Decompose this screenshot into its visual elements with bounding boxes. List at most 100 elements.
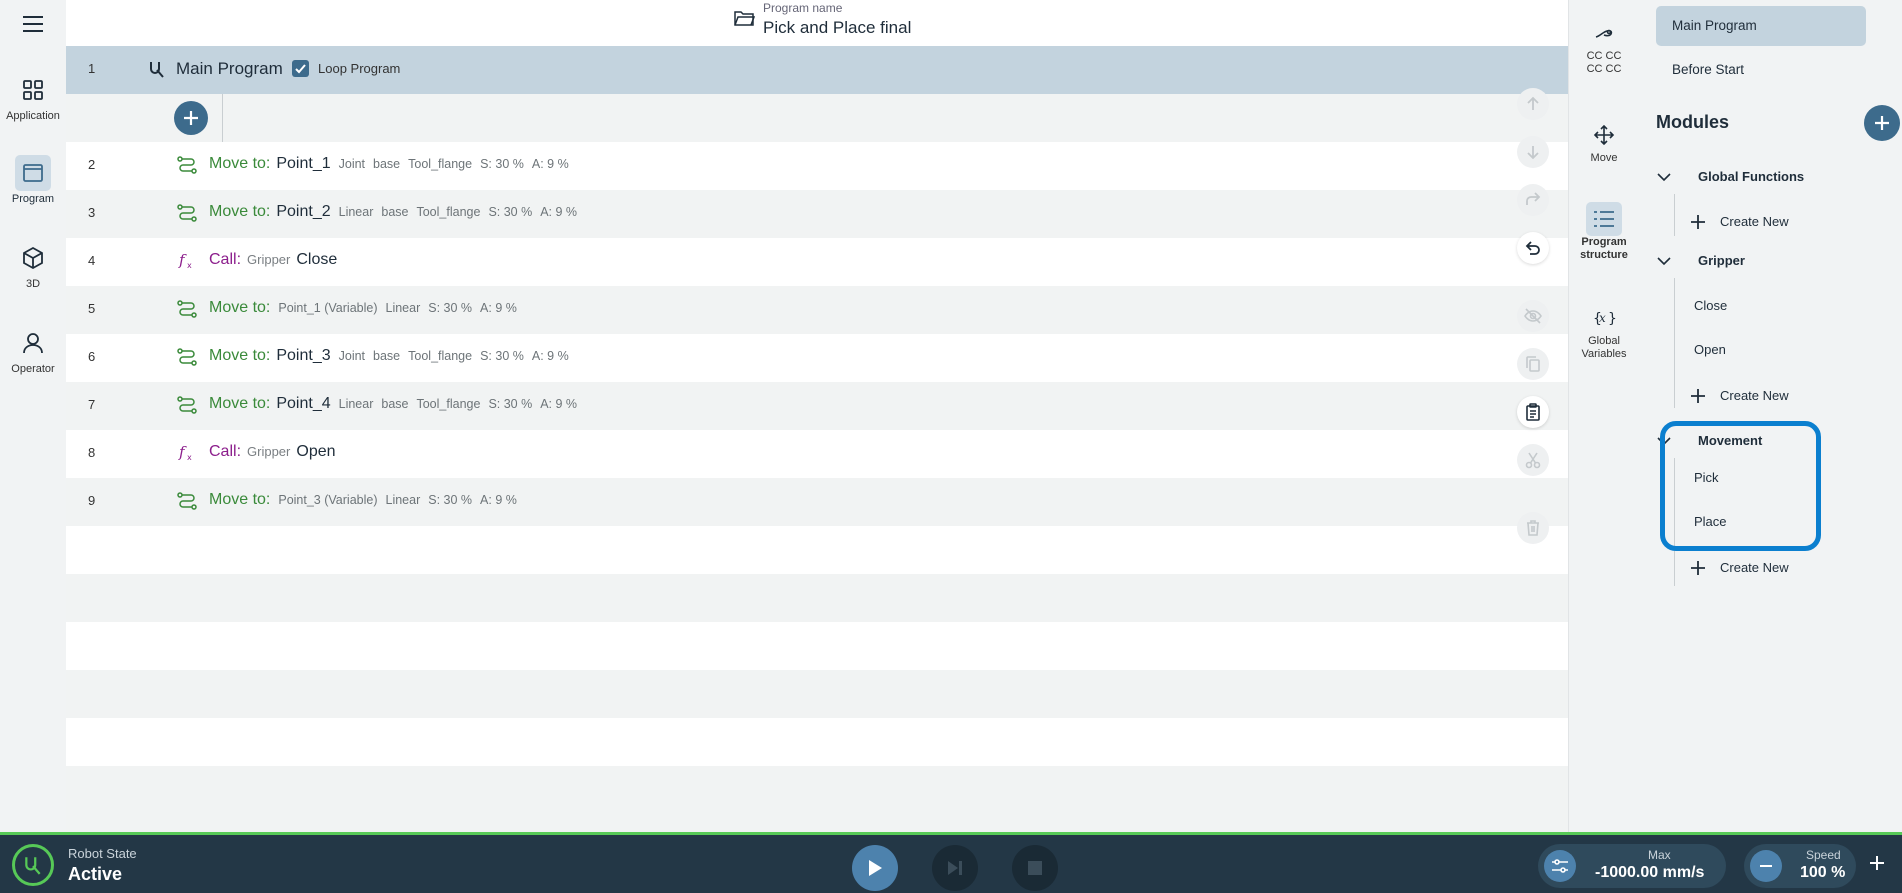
stop-button[interactable] [1012,845,1058,891]
speed-pill: Speed 100 % [1744,844,1856,888]
tool-strip: CC CC CC CC Move Program structure {x} G… [1568,0,1639,832]
waypoint-name: Point_4 [276,395,331,412]
svg-text:f: f [178,444,187,461]
nav-3d[interactable]: 3D [0,240,66,310]
module-global-functions[interactable]: Global Functions [1656,163,1886,193]
empty-row [66,670,1568,718]
loop-checkbox[interactable] [292,60,309,77]
module-guide-line [1674,278,1675,408]
folder-icon[interactable] [733,8,755,28]
main-program-row[interactable]: 1 Main Program Loop Program [66,46,1568,94]
main-program-title: Main Program [176,59,283,78]
move-keyword: Move to: [209,299,271,316]
acceleration: A: 9 % [480,493,517,507]
step-button[interactable] [932,845,978,891]
program-node-row[interactable]: 8 fx Call: Gripper Open [66,430,1568,478]
nav-label: Application [6,110,60,122]
variable-icon: {x} [1586,301,1622,335]
nav-operator[interactable]: Operator [0,325,66,395]
nav-application[interactable]: Application [0,72,66,142]
row-number: 5 [88,301,96,316]
acceleration: A: 9 % [531,349,569,363]
function-place[interactable]: Place [1694,514,1727,529]
row-number: 6 [88,349,96,364]
cube-icon [15,240,51,276]
module-guide-line [1674,194,1675,236]
structure-panel: Main Program Before Start Modules Global… [1638,0,1902,832]
module-guide-line [1674,458,1675,586]
hide-icon[interactable] [1517,300,1549,332]
nav-program[interactable]: Program [0,155,66,225]
move-keyword: Move to: [209,203,271,220]
max-value: -1000.00 mm/s [1595,864,1705,881]
tcp: Tool_flange [416,205,481,219]
program-node-row[interactable]: 3 Move to: Point_2 Linear base Tool_flange S:… [66,190,1568,238]
chevron-down-icon [1656,435,1672,447]
tool-label: Global Variables [1581,335,1627,360]
module-title: Movement [1698,433,1763,448]
program-node-row[interactable]: 6 Move to: Point_3 Joint base Tool_flange S: … [66,334,1568,382]
move-keyword: Move to: [209,155,271,172]
move-path-icon [177,348,197,366]
speed-increase-button[interactable] [1862,848,1892,878]
tool-global-variables[interactable]: {x} Global Variables [1569,301,1639,361]
waypoint-name: Point_1 [276,155,331,172]
module-movement[interactable]: Movement [1656,427,1886,457]
module-gripper[interactable]: Gripper [1656,247,1886,277]
row-number: 2 [88,157,96,172]
empty-row [66,526,1568,574]
copy-icon[interactable] [1517,348,1549,380]
nav-label: Operator [11,363,55,375]
segment-main-program[interactable]: Main Program [1656,6,1866,46]
program-name-label: Program name [763,1,843,15]
module-name: Gripper [247,252,291,267]
add-module-button[interactable] [1864,105,1900,141]
call-keyword: Call: [209,251,242,268]
create-new-label: Create New [1720,560,1789,575]
delete-icon[interactable] [1517,512,1549,544]
function-name: Close [296,251,338,268]
move-up-icon[interactable] [1517,88,1549,120]
tool-program-structure[interactable]: Program structure [1569,202,1639,262]
frame: base [381,205,409,219]
move-keyword: Move to: [209,395,271,412]
cut-icon[interactable] [1517,444,1549,476]
program-node-row[interactable]: 4 fx Call: Gripper Close [66,238,1568,286]
tool-robot-arm[interactable]: CC CC CC CC [1569,16,1639,76]
speed: S: 30 % [480,157,524,171]
function-close[interactable]: Close [1694,298,1727,313]
move-down-icon[interactable] [1517,136,1549,168]
sliders-icon[interactable] [1544,850,1576,882]
add-node-button[interactable] [174,101,208,135]
robot-state-value: Active [68,864,123,884]
program-node-row[interactable]: 7 Move to: Point_4 Linear base Tool_flange S:… [66,382,1568,430]
segment-before-start[interactable]: Before Start [1656,50,1866,90]
redo-icon[interactable] [1517,184,1549,216]
acceleration: A: 9 % [540,397,578,411]
function-open[interactable]: Open [1694,342,1726,357]
undo-icon[interactable] [1517,232,1549,264]
program-node-row[interactable]: 2 Move to: Point_1 Joint base Tool_flange S: … [66,142,1568,190]
row-number: 9 [88,493,96,508]
move-keyword: Move to: [209,491,271,508]
nav-label: 3D [25,278,41,290]
move-path-icon [177,492,197,510]
ur-logo-icon[interactable] [12,844,54,886]
empty-row [66,622,1568,670]
plus-icon [1690,388,1706,404]
play-button[interactable] [852,845,898,891]
program-node-row[interactable]: 9 Move to: Point_3 (Variable) Linear S: 30 … [66,478,1568,526]
motion-type: Linear [385,493,421,507]
module-name: Gripper [247,444,291,459]
program-node-row[interactable]: 5 Move to: Point_1 (Variable) Linear S: 30 … [66,286,1568,334]
tool-move[interactable]: Move [1569,118,1639,165]
motion-type: Linear [338,397,374,411]
program-name[interactable]: Pick and Place final [763,18,911,38]
hamburger-icon[interactable] [19,10,47,38]
paste-icon[interactable] [1517,396,1549,428]
speed-decrease-button[interactable] [1750,850,1782,882]
motion-type: Linear [385,301,421,315]
function-pick[interactable]: Pick [1694,470,1719,485]
svg-text:f: f [178,252,187,269]
chevron-down-icon [1656,255,1672,267]
